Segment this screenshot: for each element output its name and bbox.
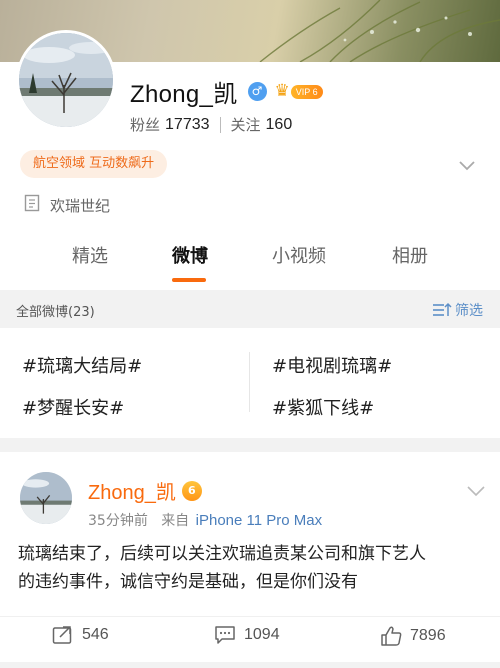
profile-stats: 粉丝 17733 关注 160 [130,114,292,135]
topics-card: #琉璃大结局# #电视剧琉璃# #梦醒长安# #紫狐下线# [0,328,500,438]
gender-male-icon: ♂ [247,82,267,101]
weibo-post: Zhong_凯 6 35分钟前 来自 iPhone 11 Pro Max 琉璃结… [0,452,500,662]
post-meta: 35分钟前 来自 iPhone 11 Pro Max [88,510,322,530]
profile-avatar[interactable] [16,30,116,130]
like-count: 7896 [410,627,446,644]
post-body: 琉璃结束了，后续可以关注欢瑞追责某公司和旗下艺人 的违约事件，诚信守约是基础，但… [18,540,488,596]
active-tab-indicator [172,278,206,282]
post-text-line: 的违约事件，诚信守约是基础，但是你们没有 [18,572,358,592]
tab-short-video[interactable]: 小视频 [259,242,339,268]
filter-icon [433,302,452,316]
followers-label: 粉丝 [130,116,161,134]
comment-icon [215,626,235,644]
topic-link[interactable]: #梦醒长安# [22,394,124,420]
repost-icon [52,626,72,644]
tab-featured[interactable]: 精选 [50,242,130,268]
interaction-badge[interactable]: 航空领域 互动数飙升 [20,150,168,178]
filter-button[interactable]: 筛选 [432,300,483,320]
profile-tabs: 精选 微博 小视频 相册 [0,242,500,290]
stats-divider [219,116,221,133]
building-icon [24,194,40,216]
following-count[interactable]: 160 [266,116,293,134]
filter-bar: 全部微博(23) 筛选 [0,290,500,328]
company-row[interactable]: 欢瑞世纪 [24,194,110,216]
vip-badge[interactable]: ♛ VIP 6 [275,83,323,100]
profile-card: Zhong_凯 ♂ ♛ VIP 6 粉丝 17733 关注 160 航空领域 互… [0,30,500,290]
chevron-down-icon[interactable] [458,157,476,176]
profile-name: Zhong_凯 [130,81,238,108]
post-source[interactable]: iPhone 11 Pro Max [196,512,322,529]
vip-level-label: VIP 6 [290,84,323,99]
comment-count: 1094 [244,626,280,643]
topic-link[interactable]: #琉璃大结局# [22,352,142,378]
post-actions: 546 1094 7896 [0,616,500,656]
tab-weibo[interactable]: 微博 [150,242,230,268]
post-source-prefix: 来自 [161,513,190,529]
tab-album[interactable]: 相册 [370,242,450,268]
filter-label: 筛选 [455,303,483,319]
all-posts-count: 全部微博(23) [16,305,95,320]
followers-count[interactable]: 17733 [165,116,210,134]
post-time: 35分钟前 [88,513,148,529]
vip-crown-icon: ♛ [274,81,290,101]
repost-button[interactable]: 546 [52,625,109,645]
repost-count: 546 [82,626,109,643]
following-label: 关注 [230,116,261,134]
comment-button[interactable]: 1094 [214,625,280,645]
like-button[interactable]: 7896 [380,625,446,647]
like-icon [381,626,402,646]
post-menu-chevron-icon[interactable] [466,482,486,501]
post-author-avatar[interactable] [20,472,72,524]
post-text-line: 琉璃结束了，后续可以关注欢瑞追责某公司和旗下艺人 [18,544,426,564]
vip-level-icon: 6 [181,480,202,501]
topic-link[interactable]: #紫狐下线# [272,394,374,420]
topic-link[interactable]: #电视剧琉璃# [272,352,392,378]
topics-divider [249,352,250,412]
company-name: 欢瑞世纪 [50,196,111,215]
post-author-name[interactable]: Zhong_凯 [88,476,176,505]
